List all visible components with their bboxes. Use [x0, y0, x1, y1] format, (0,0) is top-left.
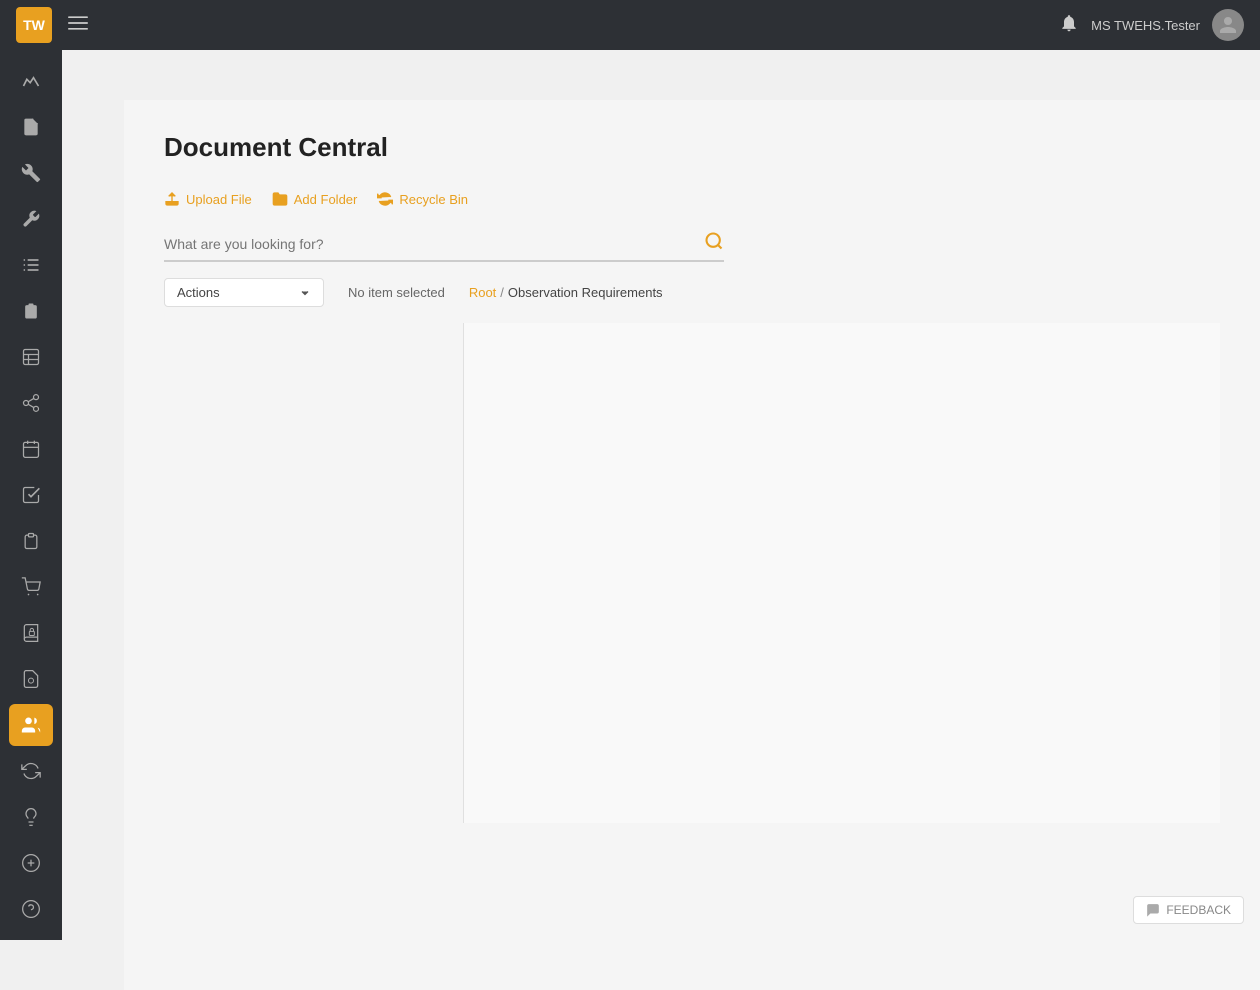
sidebar-item-users-gear[interactable]	[9, 704, 53, 746]
topbar-left: TW	[16, 7, 88, 43]
search-input[interactable]	[164, 232, 704, 256]
topbar: TW MS TWEHS.Tester	[0, 0, 1260, 50]
hamburger-menu[interactable]	[68, 13, 88, 38]
actions-bar: Actions No item selected Root / Observat…	[164, 278, 1220, 307]
app-logo: TW	[16, 7, 52, 43]
sidebar-item-calendar[interactable]	[9, 428, 53, 470]
sidebar-item-task[interactable]	[9, 290, 53, 332]
sidebar-item-connections[interactable]	[9, 382, 53, 424]
add-folder-button[interactable]: Add Folder	[272, 187, 358, 211]
sidebar-item-doc-lock[interactable]	[9, 106, 53, 148]
sidebar-item-plus-circle[interactable]	[9, 842, 53, 884]
sidebar-item-doc-badge[interactable]	[9, 658, 53, 700]
no-item-selected-label: No item selected	[348, 285, 445, 300]
sidebar-item-clipboard[interactable]	[9, 520, 53, 562]
breadcrumb-separator: /	[500, 285, 504, 300]
recycle-bin-button[interactable]: Recycle Bin	[377, 187, 468, 211]
main-content: Document Central Upload File Add Folder …	[124, 100, 1260, 990]
sidebar-item-recycle[interactable]	[9, 750, 53, 792]
sidebar-item-report[interactable]	[9, 336, 53, 378]
search-bar	[164, 231, 724, 262]
toolbar: Upload File Add Folder Recycle Bin	[164, 187, 1220, 211]
file-preview	[464, 323, 1220, 823]
notifications-bell-icon[interactable]	[1059, 13, 1079, 38]
sidebar-item-wrench[interactable]	[9, 198, 53, 240]
sidebar-item-list[interactable]	[9, 244, 53, 286]
topbar-right: MS TWEHS.Tester	[1059, 9, 1244, 41]
file-tree	[164, 323, 464, 823]
breadcrumb: Root / Observation Requirements	[469, 285, 663, 300]
user-avatar[interactable]	[1212, 9, 1244, 41]
sidebar	[0, 50, 62, 940]
upload-file-button[interactable]: Upload File	[164, 187, 252, 211]
sidebar-item-tools[interactable]	[9, 152, 53, 194]
actions-dropdown-label: Actions	[177, 285, 220, 300]
feedback-label: FEEDBACK	[1166, 903, 1231, 917]
sidebar-item-cart[interactable]	[9, 566, 53, 608]
actions-dropdown[interactable]: Actions	[164, 278, 324, 307]
feedback-button[interactable]: FEEDBACK	[1133, 896, 1244, 924]
page-title: Document Central	[164, 132, 1220, 163]
sidebar-item-lightbulb[interactable]	[9, 796, 53, 838]
breadcrumb-root[interactable]: Root	[469, 285, 496, 300]
sidebar-item-checklist[interactable]	[9, 474, 53, 516]
sidebar-item-book-lock[interactable]	[9, 612, 53, 654]
sidebar-item-help[interactable]	[9, 888, 53, 930]
search-icon[interactable]	[704, 231, 724, 256]
sidebar-item-chart[interactable]	[9, 60, 53, 102]
breadcrumb-current: Observation Requirements	[508, 285, 663, 300]
username-label: MS TWEHS.Tester	[1091, 18, 1200, 33]
file-area	[164, 323, 1220, 823]
